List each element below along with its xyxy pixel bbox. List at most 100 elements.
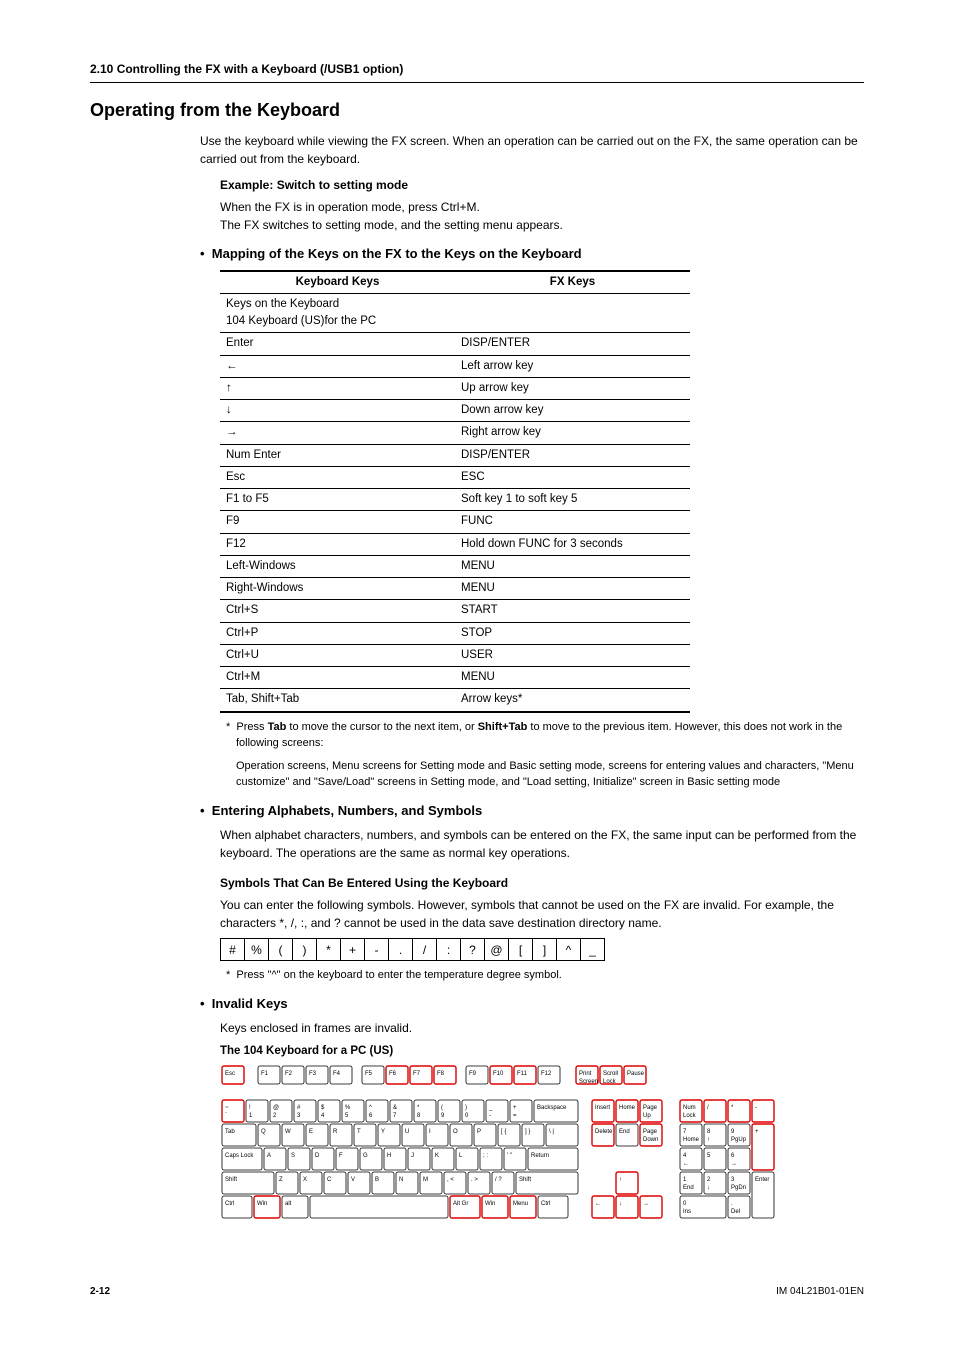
svg-text:`: `	[225, 1113, 227, 1119]
svg-text:Return: Return	[531, 1153, 549, 1159]
svg-text:F4: F4	[333, 1071, 341, 1077]
symbol-cell: #	[221, 939, 245, 961]
symbol-cell: -	[365, 939, 389, 961]
svg-text:F3: F3	[309, 1071, 317, 1077]
keymap-right: MENU	[455, 555, 690, 577]
keymap-right: USER	[455, 644, 690, 666]
svg-text:!: !	[249, 1105, 251, 1111]
symbols-row: #%()*+-./:?@[]^_	[220, 938, 605, 961]
symbol-cell: /	[413, 939, 437, 961]
keymap-right: Soft key 1 to soft key 5	[455, 489, 690, 511]
keymap-left: F12	[220, 533, 455, 555]
svg-text:2: 2	[273, 1113, 277, 1119]
svg-text:9: 9	[731, 1129, 735, 1135]
svg-text:5: 5	[707, 1153, 711, 1159]
symbol-cell: ^	[557, 939, 581, 961]
keymap-right: MENU	[455, 578, 690, 600]
svg-text:F1: F1	[261, 1071, 269, 1077]
doc-id: IM 04L21B01-01EN	[776, 1284, 864, 1299]
symbol-cell: %	[245, 939, 269, 961]
svg-text:=: =	[513, 1113, 517, 1119]
page-footer: 2-12 IM 04L21B01-01EN	[90, 1284, 864, 1299]
svg-text:H: H	[387, 1153, 391, 1159]
keymap-left: ↑	[220, 377, 455, 399]
svg-text:P: P	[477, 1129, 481, 1135]
svg-text:/ ?: / ?	[495, 1177, 502, 1183]
svg-text:A: A	[267, 1153, 271, 1159]
keymap-right: START	[455, 600, 690, 622]
svg-text:←: ←	[595, 1201, 601, 1207]
svg-text:Page: Page	[643, 1105, 658, 1111]
example-heading: Example: Switch to setting mode	[220, 176, 864, 194]
svg-text:. >: . >	[471, 1177, 478, 1183]
svg-text:3: 3	[297, 1113, 301, 1119]
symbol-cell: *	[317, 939, 341, 961]
svg-text:*: *	[417, 1105, 420, 1111]
svg-text:7: 7	[683, 1129, 687, 1135]
svg-text:Up: Up	[643, 1113, 651, 1119]
svg-text:4: 4	[683, 1153, 687, 1159]
main-heading: Operating from the Keyboard	[90, 97, 864, 124]
svg-text:Y: Y	[381, 1129, 385, 1135]
svg-text:@: @	[273, 1105, 279, 1111]
svg-text:F8: F8	[437, 1071, 445, 1077]
keymap-right: Left arrow key	[455, 355, 690, 377]
svg-text:Screen: Screen	[579, 1079, 598, 1085]
keymap-table: Keyboard Keys FX Keys Keys on the Keyboa…	[220, 270, 690, 713]
svg-text:Q: Q	[261, 1129, 266, 1135]
symbol-cell: ?	[461, 939, 485, 961]
keymap-left: Num Enter	[220, 444, 455, 466]
svg-text:Menu: Menu	[513, 1201, 528, 1207]
invalid-heading: Invalid Keys	[200, 994, 864, 1014]
svg-text:W: W	[285, 1129, 291, 1135]
svg-text:End: End	[683, 1185, 694, 1191]
symbol-cell: ]	[533, 939, 557, 961]
svg-text:L: L	[459, 1153, 463, 1159]
svg-text:; :: ; :	[483, 1153, 488, 1159]
svg-text:4: 4	[321, 1113, 325, 1119]
keymap-right: Hold down FUNC for 3 seconds	[455, 533, 690, 555]
svg-text:~: ~	[225, 1105, 229, 1111]
svg-text:Tab: Tab	[225, 1129, 235, 1135]
svg-text:3: 3	[731, 1177, 735, 1183]
svg-text:K: K	[435, 1153, 439, 1159]
svg-text:↓: ↓	[619, 1201, 622, 1207]
svg-text:Num: Num	[683, 1105, 696, 1111]
svg-text:-: -	[755, 1105, 757, 1111]
keymap-row0-left: Keys on the Keyboard104 Keyboard (US)for…	[220, 293, 455, 333]
svg-text:Lock: Lock	[683, 1113, 697, 1119]
svg-text:0: 0	[683, 1201, 687, 1207]
keymap-left: →	[220, 422, 455, 444]
symbols-heading: Symbols That Can Be Entered Using the Ke…	[220, 874, 864, 892]
svg-text:D: D	[315, 1153, 320, 1159]
svg-text:U: U	[405, 1129, 409, 1135]
svg-text:↑: ↑	[619, 1177, 622, 1183]
svg-text:Page: Page	[643, 1129, 658, 1135]
svg-text:Down: Down	[643, 1137, 658, 1143]
svg-text:S: S	[291, 1153, 295, 1159]
svg-text:B: B	[375, 1177, 379, 1183]
svg-text:Print: Print	[579, 1071, 592, 1077]
svg-text:(: (	[441, 1105, 443, 1111]
svg-text:T: T	[357, 1129, 361, 1135]
svg-text:1: 1	[249, 1113, 253, 1119]
svg-text:Insert: Insert	[595, 1105, 610, 1111]
invalid-text: Keys enclosed in frames are invalid.	[220, 1019, 864, 1037]
keymap-left: Esc	[220, 466, 455, 488]
svg-text:alt: alt	[285, 1201, 292, 1207]
entering-heading: Entering Alphabets, Numbers, and Symbols	[200, 801, 864, 821]
keymap-left: F9	[220, 511, 455, 533]
svg-text:[ {: [ {	[501, 1129, 506, 1135]
svg-text:Home: Home	[619, 1105, 636, 1111]
svg-text:C: C	[327, 1177, 332, 1183]
keymap-right: ESC	[455, 466, 690, 488]
keymap-right: STOP	[455, 622, 690, 644]
keymap-left: Ctrl+U	[220, 644, 455, 666]
svg-text:Alt Gr: Alt Gr	[453, 1201, 468, 1207]
svg-text:2: 2	[707, 1177, 711, 1183]
svg-text:Pause: Pause	[627, 1071, 645, 1077]
svg-text:' ": ' "	[507, 1153, 512, 1159]
keymap-head-right: FX Keys	[455, 271, 690, 294]
svg-text:^: ^	[369, 1105, 372, 1111]
svg-text:Scroll: Scroll	[603, 1071, 618, 1077]
